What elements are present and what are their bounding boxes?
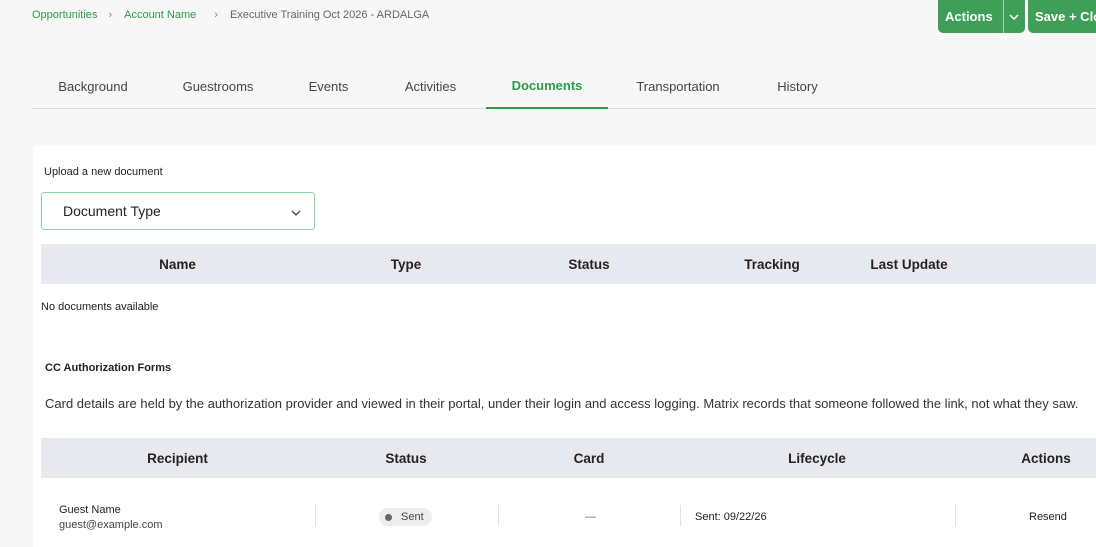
recipient-cell: Guest Name guest@example.com (59, 496, 163, 538)
column-header-status[interactable]: Status (498, 244, 680, 284)
upload-label: Upload a new document (44, 166, 163, 178)
save-close-button[interactable]: Save + Close (1028, 0, 1096, 33)
breadcrumb-opportunities[interactable]: Opportunities (32, 9, 97, 21)
chevron-down-icon[interactable] (1002, 0, 1025, 33)
breadcrumb-account-name[interactable]: Account Name (124, 9, 196, 21)
tab-background[interactable]: Background (32, 64, 154, 109)
actions-button[interactable]: Actions (938, 0, 1025, 33)
empty-documents-message: No documents available (41, 301, 159, 313)
column-header-name[interactable]: Name (41, 244, 314, 284)
tab-history[interactable]: History (748, 64, 847, 109)
documents-table-header: Name Type Status Tracking Last Update (41, 244, 1096, 284)
column-header-last-update[interactable]: Last Update (864, 244, 954, 284)
recipient-name: Guest Name (59, 503, 121, 516)
column-header-status[interactable]: Status (314, 438, 498, 478)
tab-documents[interactable]: Documents (486, 64, 608, 109)
column-divider (680, 505, 681, 526)
resend-button[interactable]: Resend (1029, 496, 1067, 538)
chevron-right-icon: › (108, 9, 113, 21)
card-cell: — (585, 511, 596, 523)
table-row: Guest Name guest@example.com Sent — Sent… (41, 496, 1096, 538)
actions-button-label: Actions (945, 9, 993, 24)
column-header-card[interactable]: Card (498, 438, 680, 478)
cc-forms-title: CC Authorization Forms (45, 362, 172, 374)
column-header-tracking[interactable]: Tracking (680, 244, 864, 284)
chevron-right-icon: › (214, 9, 218, 21)
cc-forms-description: Card details are held by the authorizati… (45, 396, 1079, 411)
tab-transportation[interactable]: Transportation (608, 64, 748, 109)
document-type-value: Document Type (63, 203, 161, 219)
breadcrumb: Opportunities › Account Name › Executive… (32, 9, 429, 21)
column-header-lifecycle[interactable]: Lifecycle (680, 438, 954, 478)
column-header-recipient[interactable]: Recipient (41, 438, 314, 478)
cc-forms-table-header: Recipient Status Card Lifecycle Actions (41, 438, 1096, 478)
recipient-email: guest@example.com (59, 518, 163, 531)
status-dot-icon (385, 513, 392, 521)
lifecycle-cell: Sent: 09/22/26 (695, 511, 767, 523)
breadcrumb-current: Executive Training Oct 2026 - ARDALGA (229, 9, 430, 21)
column-divider (315, 505, 316, 526)
status-badge-label: Sent (401, 511, 424, 523)
column-header-actions[interactable]: Actions (954, 438, 1096, 478)
tab-guestrooms[interactable]: Guestrooms (154, 64, 282, 109)
column-header-type[interactable]: Type (314, 244, 498, 284)
column-divider (498, 505, 499, 526)
chevron-down-icon (291, 203, 301, 219)
status-badge: Sent (379, 508, 432, 526)
tab-activities[interactable]: Activities (375, 64, 486, 109)
tab-bar: Background Guestrooms Events Activities … (32, 64, 1096, 109)
column-divider (955, 505, 956, 526)
document-type-select[interactable]: Document Type (41, 192, 315, 230)
status-cell: Sent (379, 496, 432, 538)
tab-events[interactable]: Events (282, 64, 375, 109)
